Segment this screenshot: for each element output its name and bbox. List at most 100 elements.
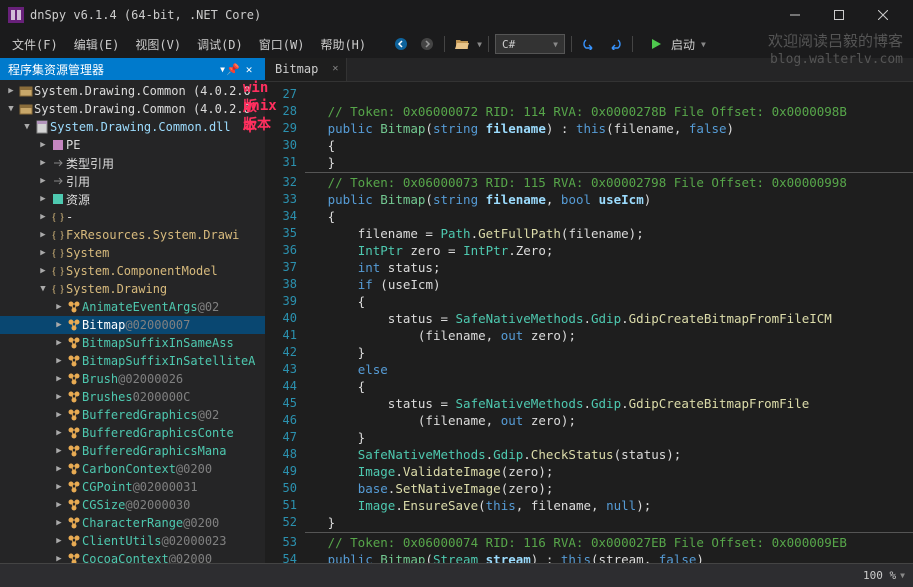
expand-icon[interactable]: ▶ — [52, 338, 66, 348]
minimize-button[interactable] — [773, 0, 817, 30]
expand-icon[interactable]: ▶ — [52, 554, 66, 563]
expand-icon[interactable]: ▶ — [52, 518, 66, 528]
tree-label: CGSize — [82, 498, 125, 512]
expand-icon[interactable]: ▶ — [52, 320, 66, 330]
tree-node[interactable]: ▶ 引用 — [0, 172, 265, 190]
back-button[interactable] — [390, 33, 412, 55]
redo-button[interactable] — [604, 33, 626, 55]
tree-label: 引用 — [66, 173, 90, 190]
expand-icon[interactable]: ▶ — [52, 374, 66, 384]
tree-node[interactable]: ▶{ }System — [0, 244, 265, 262]
expand-icon[interactable]: ▶ — [52, 428, 66, 438]
tree-node[interactable]: ▶Bitmap @02000007 — [0, 316, 265, 334]
code-content[interactable]: // Token: 0x06000072 RID: 114 RVA: 0x000… — [305, 82, 913, 563]
menu-item[interactable]: 帮助(H) — [312, 32, 374, 57]
expand-icon[interactable]: ▶ — [36, 176, 50, 186]
zoom-indicator[interactable]: 100 %▼ — [863, 569, 905, 582]
language-combo[interactable]: C#▼ — [495, 34, 565, 54]
tree-view[interactable]: ▶System.Drawing.Common (4.0.2.0▼System.D… — [0, 80, 265, 563]
tree-node[interactable]: ▶BitmapSuffixInSameAss — [0, 334, 265, 352]
tree-node[interactable]: ▶类型引用 — [0, 154, 265, 172]
expand-icon[interactable]: ▶ — [52, 500, 66, 510]
tree-node[interactable]: ▼{ }System.Drawing — [0, 280, 265, 298]
expand-icon[interactable]: ▼ — [4, 104, 18, 114]
tree-node[interactable]: ▶CGPoint @02000031 — [0, 478, 265, 496]
tree-node[interactable]: ▶{ }FxResources.System.Drawi — [0, 226, 265, 244]
tree-node[interactable]: ▼ System.Drawing.Common.dll — [0, 118, 265, 136]
cls-icon — [66, 444, 82, 458]
tree-node[interactable]: ▶CocoaContext @02000 — [0, 550, 265, 563]
undo-button[interactable] — [578, 33, 600, 55]
expand-icon[interactable]: ▶ — [52, 446, 66, 456]
cls-icon — [66, 498, 82, 512]
tab-label: Bitmap — [275, 62, 318, 76]
expand-icon[interactable]: ▼ — [36, 284, 50, 294]
tree-node[interactable]: ▶PE — [0, 136, 265, 154]
cls-icon — [66, 552, 82, 563]
maximize-button[interactable] — [817, 0, 861, 30]
menu-item[interactable]: 窗口(W) — [251, 32, 313, 57]
menu-item[interactable]: 视图(V) — [127, 32, 189, 57]
expand-icon[interactable]: ▶ — [36, 266, 50, 276]
open-button[interactable] — [451, 33, 473, 55]
cls-icon — [66, 534, 82, 548]
tree-node[interactable]: ▶ BufferedGraphicsConte — [0, 424, 265, 442]
pin-icon[interactable]: 📌 — [225, 63, 241, 76]
code-editor: Bitmap✕ 27282930313233343536373839404142… — [265, 58, 913, 563]
cls-icon — [66, 372, 82, 386]
panel-close-icon[interactable]: ✕ — [241, 63, 257, 76]
tree-node[interactable]: ▶System.Drawing.Common (4.0.2.0 — [0, 82, 265, 100]
tree-node[interactable]: ▶ClientUtils @02000023 — [0, 532, 265, 550]
tree-node[interactable]: ▶{ }- — [0, 208, 265, 226]
expand-icon[interactable]: ▶ — [36, 212, 50, 222]
tab-bitmap[interactable]: Bitmap✕ — [265, 58, 347, 81]
ns-icon: { } — [50, 283, 66, 295]
tree-label: BufferedGraphicsConte — [82, 426, 234, 440]
menu-item[interactable]: 编辑(E) — [66, 32, 128, 57]
start-button[interactable] — [645, 33, 667, 55]
cls-icon — [66, 354, 82, 368]
expand-icon[interactable]: ▶ — [52, 356, 66, 366]
expand-icon[interactable]: ▶ — [52, 302, 66, 312]
tree-node[interactable]: ▶AnimateEventArgs @02 — [0, 298, 265, 316]
tree-node[interactable]: ▶CharacterRange @0200 — [0, 514, 265, 532]
expand-icon[interactable]: ▶ — [52, 482, 66, 492]
tree-node[interactable]: ▶资源 — [0, 190, 265, 208]
expand-icon[interactable]: ▶ — [36, 248, 50, 258]
expand-icon[interactable]: ▼ — [20, 122, 34, 132]
tree-node[interactable]: ▶Brush @02000026 — [0, 370, 265, 388]
tree-node[interactable]: ▶BufferedGraphics @02 — [0, 406, 265, 424]
ref-icon — [50, 174, 66, 188]
tree-label: CarbonContext — [82, 462, 176, 476]
close-button[interactable] — [861, 0, 905, 30]
expand-icon[interactable]: ▶ — [52, 464, 66, 474]
menu-item[interactable]: 文件(F) — [4, 32, 66, 57]
tree-node[interactable]: ▶{ }System.ComponentModel — [0, 262, 265, 280]
title-bar: dnSpy v6.1.4 (64-bit, .NET Core) — [0, 0, 913, 30]
expand-icon[interactable]: ▶ — [52, 536, 66, 546]
expand-icon[interactable]: ▶ — [36, 230, 50, 240]
asm-icon — [18, 102, 34, 116]
cls-icon — [66, 336, 82, 350]
tree-node[interactable]: ▶CarbonContext @0200 — [0, 460, 265, 478]
tree-node[interactable]: ▶BufferedGraphicsMana — [0, 442, 265, 460]
tree-node[interactable]: ▶BitmapSuffixInSatelliteA — [0, 352, 265, 370]
expand-icon[interactable]: ▶ — [36, 140, 50, 150]
tree-node[interactable]: ▶CGSize @02000030 — [0, 496, 265, 514]
forward-button[interactable] — [416, 33, 438, 55]
expand-icon[interactable]: ▶ — [36, 158, 50, 168]
tree-label: Bitmap — [82, 318, 125, 332]
panel-header: 程序集资源管理器 ▼ 📌 ✕ — [0, 58, 265, 80]
res-icon — [50, 192, 66, 206]
expand-icon[interactable]: ▶ — [52, 410, 66, 420]
code-area[interactable]: 2728293031323334353637383940414243444546… — [265, 82, 913, 563]
expand-icon[interactable]: ▶ — [52, 392, 66, 402]
tree-label: System.Drawing.Common.dll — [50, 120, 231, 134]
tree-node[interactable]: ▶Brushes 0200000C — [0, 388, 265, 406]
menu-item[interactable]: 调试(D) — [189, 32, 251, 57]
expand-icon[interactable]: ▶ — [36, 194, 50, 204]
tree-node[interactable]: ▼System.Drawing.Common (4.0.2.0 — [0, 100, 265, 118]
expand-icon[interactable]: ▶ — [4, 86, 18, 96]
toolbar: ▼ C#▼ 启动 ▼ — [390, 33, 706, 55]
tree-label: - — [66, 210, 73, 224]
